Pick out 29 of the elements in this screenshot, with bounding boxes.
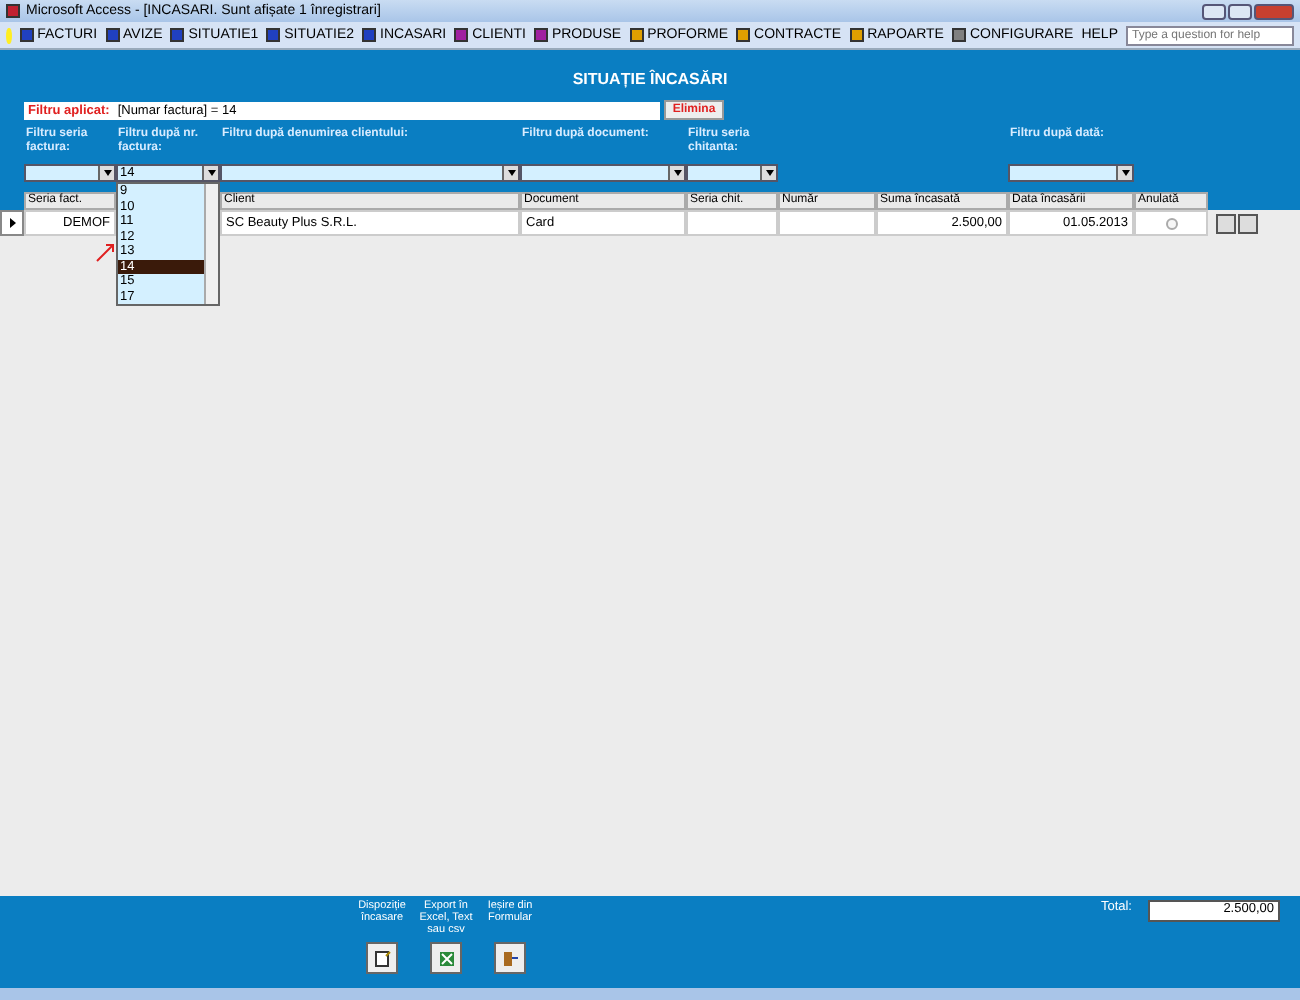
dropdown-arrow-icon[interactable] (98, 166, 114, 180)
filter-combo[interactable] (520, 164, 686, 182)
app-icon (6, 4, 20, 18)
filter-combo[interactable] (686, 164, 778, 182)
dropdown-arrow-icon[interactable] (202, 166, 218, 180)
dropdown-arrow-icon[interactable] (1116, 166, 1132, 180)
dropdown-arrow-icon[interactable] (502, 166, 518, 180)
preview-icon[interactable] (1216, 213, 1236, 233)
table-cell (686, 210, 778, 236)
maximize-button[interactable] (1228, 3, 1252, 19)
minimize-button[interactable] (1202, 3, 1226, 19)
note-icon (373, 949, 391, 967)
dropdown-arrow-icon[interactable] (668, 166, 684, 180)
scrollbar[interactable] (204, 184, 218, 304)
printer-icon[interactable] (1238, 213, 1258, 233)
exit-door-icon (501, 949, 519, 967)
footer-button[interactable] (366, 942, 398, 974)
circle-icon (6, 27, 12, 43)
pointer-arrow-icon (96, 244, 114, 262)
close-button[interactable] (1254, 3, 1294, 19)
dropdown-arrow-icon[interactable] (760, 166, 776, 180)
form-title: SITUAȚIE ÎNCASĂRI (570, 70, 730, 88)
filter-combo[interactable] (1008, 164, 1134, 182)
cancelled-radio[interactable] (1165, 217, 1177, 229)
spreadsheet-icon (437, 949, 455, 967)
row-selector-icon[interactable] (0, 210, 24, 236)
table-cell (778, 210, 876, 236)
filter-combo[interactable] (24, 164, 116, 182)
filter-combo[interactable] (220, 164, 520, 182)
